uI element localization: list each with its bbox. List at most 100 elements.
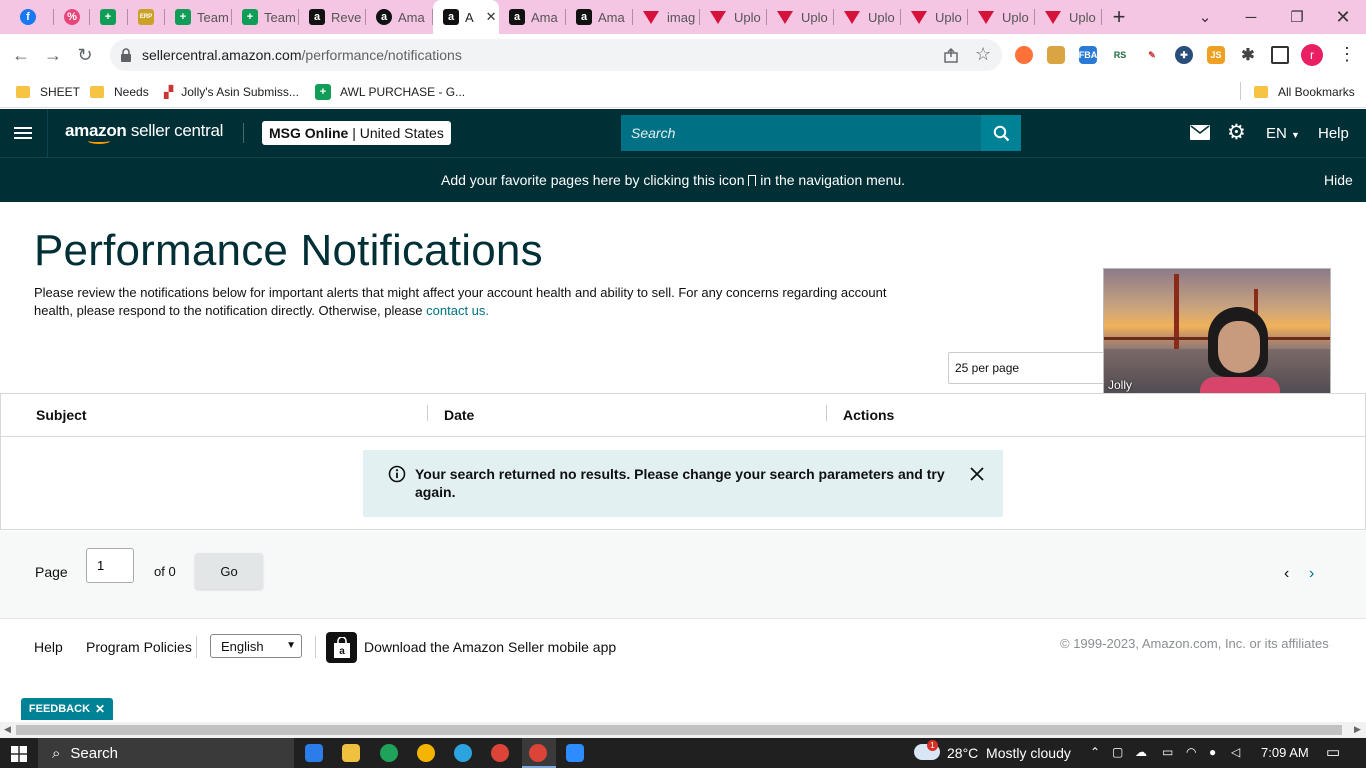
browser-menu-icon[interactable]: ⋮ — [1338, 44, 1356, 65]
browser-tab[interactable]: % — [54, 0, 90, 34]
tray-app-icon[interactable]: ▢ — [1112, 745, 1123, 759]
profile-avatar[interactable]: r — [1301, 44, 1323, 66]
browser-tab[interactable]: + — [90, 0, 128, 34]
footer-language-select[interactable]: English ▼ — [210, 634, 302, 658]
browser-tab[interactable]: Uplo — [700, 0, 767, 34]
zoom-icon[interactable] — [566, 744, 584, 762]
scroll-left-icon[interactable]: ◀ — [4, 724, 11, 735]
store-app-icon[interactable] — [305, 744, 323, 762]
tab-search-chevron-icon[interactable]: ⌄ — [1182, 0, 1228, 34]
minimize-button[interactable]: ─ — [1228, 0, 1274, 34]
firefox-extension-icon[interactable] — [1015, 46, 1033, 64]
browser-tab[interactable]: Uplo — [767, 0, 834, 34]
chrome-profile-icon[interactable] — [491, 744, 509, 762]
browser-tab[interactable]: Uplo — [968, 0, 1035, 34]
favorites-banner-text: Add your favorite pages here by clicking… — [441, 172, 906, 188]
browser-tab[interactable]: a Ama — [566, 0, 633, 34]
cake-extension-icon[interactable] — [1047, 46, 1065, 64]
browser-tab[interactable]: f — [10, 0, 54, 34]
browser-tab[interactable]: Uplo — [1035, 0, 1102, 34]
video-participant-name: Jolly — [1108, 378, 1133, 392]
chart-icon: ▞ — [164, 85, 174, 99]
bookmark-asin-submission[interactable]: ▞ Jolly's Asin Submiss... — [164, 83, 299, 101]
contact-us-link[interactable]: contact us. — [426, 303, 489, 318]
file-explorer-icon[interactable] — [342, 744, 360, 762]
header-search-input[interactable]: Search — [621, 115, 981, 151]
language-selector[interactable]: EN ▼ — [1266, 125, 1300, 142]
browser-tab[interactable]: ERP — [128, 0, 165, 34]
helium-extension-icon[interactable]: ✚ — [1175, 46, 1193, 64]
header-search-button[interactable] — [981, 115, 1021, 151]
next-page-icon[interactable]: › — [1309, 565, 1314, 583]
scroll-right-icon[interactable]: ▶ — [1354, 724, 1361, 735]
bookmark-star-icon[interactable]: ☆ — [975, 44, 991, 65]
per-page-select[interactable]: 25 per page — [948, 352, 1108, 384]
wifi-icon[interactable]: ◠ — [1186, 745, 1196, 759]
fba-extension-icon[interactable]: FBA — [1079, 46, 1097, 64]
reload-button[interactable]: ↻ — [72, 42, 98, 68]
all-bookmarks[interactable]: All Bookmarks — [1254, 83, 1355, 101]
puzzle-extensions-icon[interactable]: ✱ — [1239, 46, 1257, 64]
edge-icon[interactable] — [380, 744, 398, 762]
forward-button[interactable]: → — [40, 42, 66, 68]
browser-tab[interactable]: + Team — [232, 0, 299, 34]
onedrive-icon[interactable]: ☁ — [1135, 745, 1147, 759]
close-tab-icon[interactable]: ✕ — [486, 9, 497, 25]
url-text[interactable]: sellercentral.amazon.com/performance/not… — [142, 47, 462, 63]
column-header-subject[interactable]: Subject — [36, 407, 87, 423]
bookmark-awl-purchase[interactable]: + AWL PURCHASE - G... — [315, 83, 465, 101]
back-button[interactable]: ← — [8, 42, 34, 68]
mail-icon[interactable] — [1190, 125, 1210, 140]
store-selector[interactable]: MSG Online | United States — [262, 121, 451, 145]
browser-tab-label: imag — [667, 9, 696, 25]
weather-text[interactable]: 28°C Mostly cloudy — [947, 745, 1071, 761]
hamburger-menu-icon[interactable] — [14, 124, 32, 140]
close-alert-icon[interactable] — [970, 467, 984, 481]
footer-help-link[interactable]: Help — [34, 639, 63, 655]
browser-tab[interactable]: Uplo — [834, 0, 901, 34]
close-icon[interactable]: ✕ — [95, 702, 105, 716]
bookmark-needs[interactable]: Needs — [90, 83, 149, 101]
taskbar-search[interactable]: ⌕ Search — [38, 738, 294, 768]
pen-extension-icon[interactable]: ✎ — [1143, 46, 1161, 64]
rs-extension-icon[interactable]: RS — [1111, 46, 1129, 64]
horizontal-scrollbar-thumb[interactable] — [16, 725, 1342, 735]
close-window-button[interactable]: ✕ — [1320, 0, 1366, 34]
footer-program-policies-link[interactable]: Program Policies — [86, 639, 192, 655]
browser-tab[interactable]: + Team — [165, 0, 232, 34]
header-help-link[interactable]: Help — [1318, 125, 1349, 142]
previous-page-icon[interactable]: ‹ — [1284, 565, 1289, 583]
browser-tab[interactable]: imag — [633, 0, 700, 34]
download-app-link[interactable]: Download the Amazon Seller mobile app — [364, 639, 616, 655]
maximize-button[interactable]: ❐ — [1274, 0, 1320, 34]
amazon-seller-app-icon[interactable]: a — [326, 632, 357, 663]
bookmark-sheet[interactable]: SHEET — [16, 83, 80, 101]
browser-tab[interactable]: a Ama — [366, 0, 433, 34]
clock[interactable]: 7:09 AM — [1261, 745, 1309, 760]
browser-tab[interactable]: a A ✕ — [433, 0, 499, 34]
chrome-active-icon[interactable] — [529, 744, 547, 762]
windows-start-icon[interactable] — [11, 746, 27, 762]
feedback-button[interactable]: FEEDBACK ✕ — [21, 698, 113, 720]
settings-gear-icon[interactable]: ⚙ — [1227, 120, 1246, 145]
hide-banner-link[interactable]: Hide — [1324, 172, 1353, 188]
browser-tab[interactable]: a Ama — [499, 0, 566, 34]
tray-chevron-icon[interactable]: ⌃ — [1090, 745, 1100, 759]
page-number-input[interactable] — [86, 548, 134, 583]
volume-icon[interactable]: ◁ — [1231, 745, 1240, 759]
side-panel-icon[interactable] — [1271, 46, 1289, 64]
battery-icon[interactable]: ▭ — [1162, 745, 1173, 759]
go-button[interactable]: Go — [195, 553, 263, 589]
new-tab-button[interactable]: + — [1106, 4, 1132, 29]
column-header-actions[interactable]: Actions — [843, 407, 894, 423]
browser-tab[interactable]: a Reve — [299, 0, 366, 34]
chrome-icon[interactable] — [417, 744, 435, 762]
browser-tab[interactable]: Uplo — [901, 0, 968, 34]
table-header-divider — [1, 436, 1365, 437]
microphone-icon[interactable]: ● — [1209, 745, 1216, 759]
js-extension-icon[interactable]: JS — [1207, 46, 1225, 64]
share-icon[interactable] — [943, 47, 960, 64]
column-header-date[interactable]: Date — [444, 407, 474, 423]
telegram-icon[interactable] — [454, 744, 472, 762]
notifications-icon[interactable]: ▭ — [1326, 743, 1340, 761]
